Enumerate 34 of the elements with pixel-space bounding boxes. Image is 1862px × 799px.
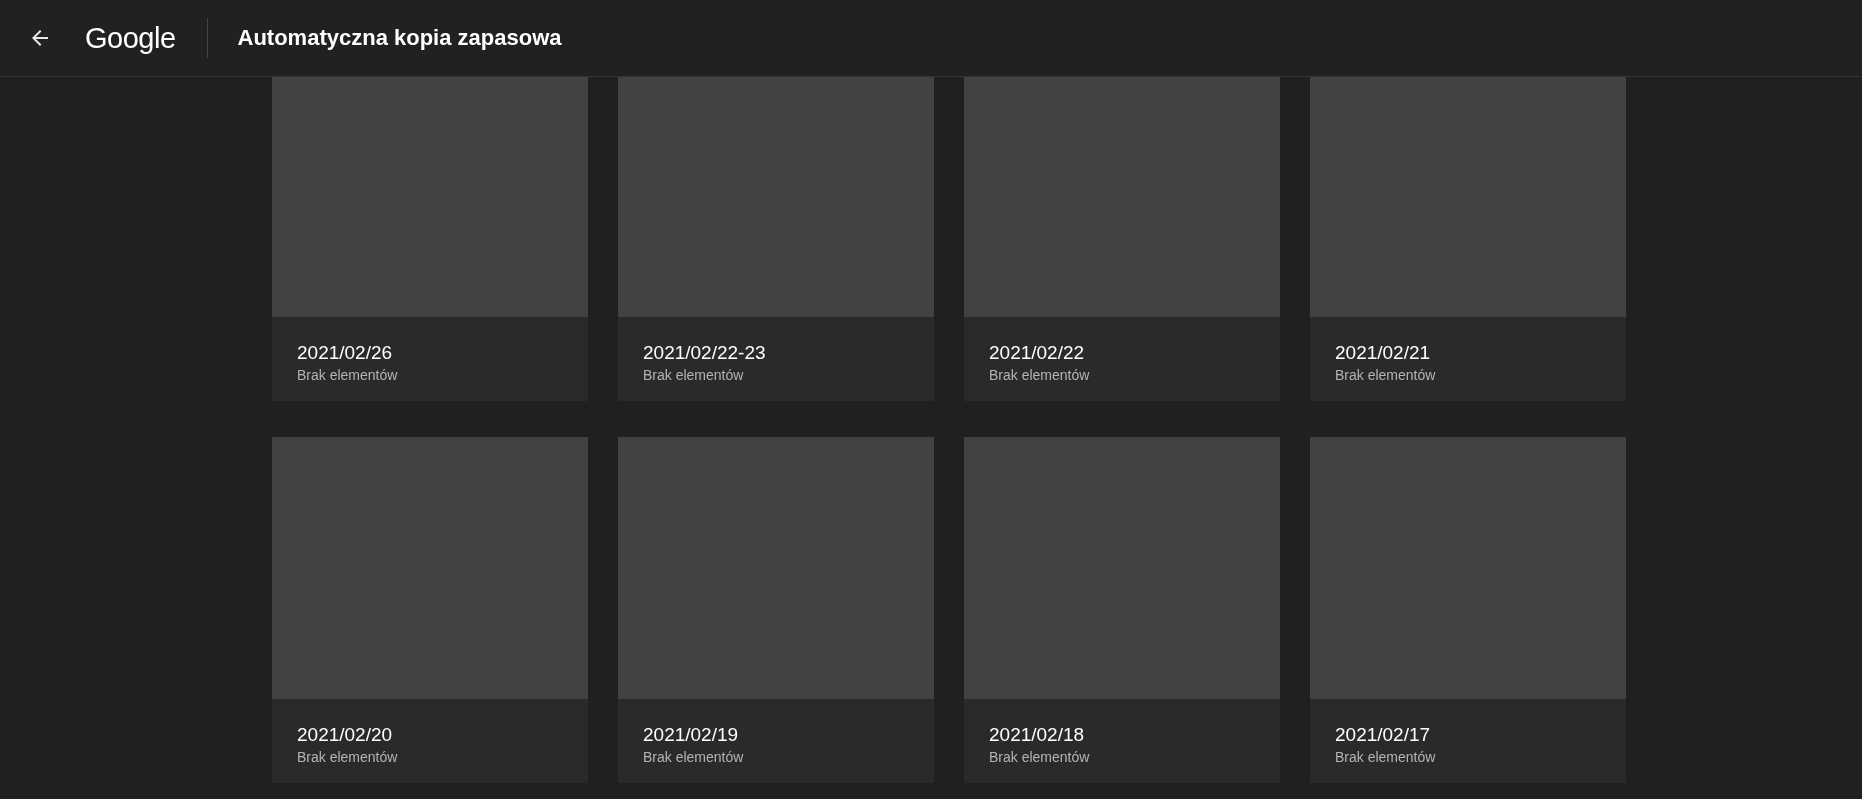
album-date: 2021/02/22 [989, 341, 1086, 365]
album-date: 2021/02/22-23 [643, 341, 767, 365]
album-thumbnail[interactable] [272, 77, 588, 317]
album-thumbnail[interactable] [964, 437, 1280, 699]
album-thumbnail[interactable] [1310, 437, 1626, 699]
album-date: 2021/02/21 [1335, 341, 1432, 365]
album-thumbnail[interactable] [618, 77, 934, 317]
album-item-count: Brak elementów [989, 366, 1091, 384]
album-thumbnail[interactable] [1310, 77, 1626, 317]
album-item-count: Brak elementów [1335, 366, 1437, 384]
album-date: 2021/02/26 [297, 341, 394, 365]
album-thumbnail[interactable] [272, 437, 588, 699]
album-caption[interactable]: 2021/02/19 Brak elementów [618, 699, 934, 783]
album-date: 2021/02/18 [989, 723, 1086, 747]
album-item-count: Brak elementów [989, 748, 1091, 766]
album-caption[interactable]: 2021/02/22-23 Brak elementów [618, 317, 934, 401]
album-date: 2021/02/17 [1335, 723, 1432, 747]
album-thumbnail[interactable] [618, 437, 934, 699]
album-item-count: Brak elementów [297, 366, 399, 384]
logo[interactable]: Google [85, 21, 176, 55]
album-item-count: Brak elementów [297, 748, 399, 766]
album-item-count: Brak elementów [1335, 748, 1437, 766]
album-caption[interactable]: 2021/02/26 Brak elementów [272, 317, 588, 401]
album-item-count: Brak elementów [643, 366, 745, 384]
album-caption[interactable]: 2021/02/22 Brak elementów [964, 317, 1280, 401]
album-thumbnail[interactable] [964, 77, 1280, 317]
album-item-count: Brak elementów [643, 748, 745, 766]
page-title: Automatyczna kopia zapasowa [237, 25, 562, 51]
album-caption[interactable]: 2021/02/21 Brak elementów [1310, 317, 1626, 401]
album-caption[interactable]: 2021/02/20 Brak elementów [272, 699, 588, 783]
album-caption[interactable]: 2021/02/17 Brak elementów [1310, 699, 1626, 783]
album-date: 2021/02/20 [297, 723, 394, 747]
album-date: 2021/02/19 [643, 723, 740, 747]
album-caption[interactable]: 2021/02/18 Brak elementów [964, 699, 1280, 783]
